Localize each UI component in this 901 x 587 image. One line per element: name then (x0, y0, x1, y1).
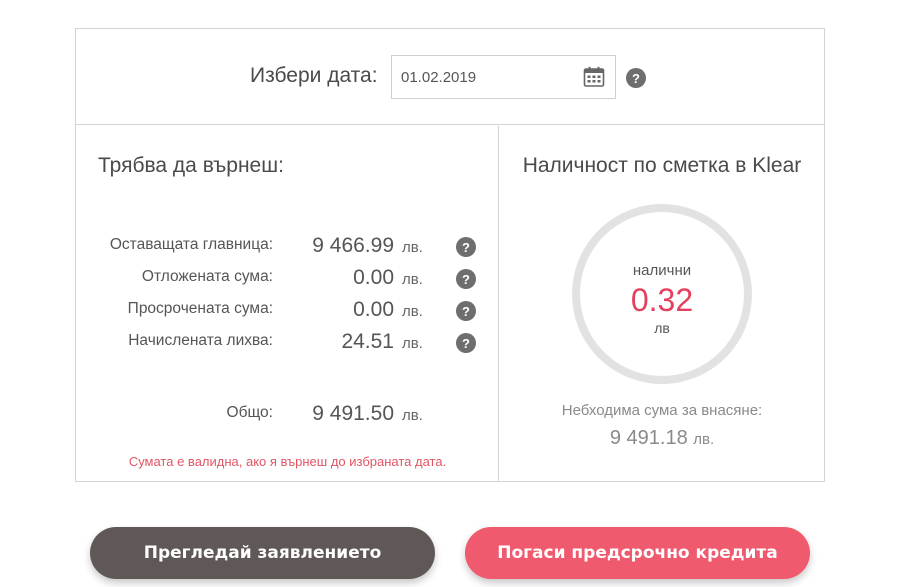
interest-help-icon[interactable]: ? (456, 333, 476, 353)
overdue-help-icon[interactable]: ? (456, 301, 476, 321)
date-value[interactable]: 01.02.2019 (401, 69, 582, 86)
available-label: налични (632, 262, 692, 279)
available-value: 0.32 (630, 282, 694, 318)
early-repay-button[interactable]: Погаси предсрочно кредита (465, 527, 810, 579)
available-unit: лв (654, 320, 670, 336)
interest-value: 24.51 (341, 330, 394, 353)
review-application-button[interactable]: Прегледай заявлението (90, 527, 435, 579)
required-value: 9 491.18 (609, 427, 688, 449)
date-label: Избери дата: (250, 64, 378, 87)
date-section: Избери дата: 01.02.2019 ? (76, 29, 824, 125)
required-label: Небходима сума за внасяне: (561, 402, 763, 419)
principal-value: 9 466.99 (312, 234, 394, 257)
principal-unit: лв. (402, 239, 423, 256)
total-row: Общо: 9 491.50 лв. (76, 402, 499, 426)
deferred-label: Отложената сума: (141, 268, 273, 285)
total-label: Общо: (226, 404, 273, 421)
overdue-row: Просрочената сума: 0.00 лв. ? (76, 298, 499, 322)
deferred-value: 0.00 (353, 266, 394, 289)
required-unit: лв. (693, 431, 715, 448)
repay-section: Трябва да върнеш: Оставащата главница: 9… (76, 126, 499, 482)
early-repayment-card: Избери дата: 01.02.2019 ? Трябва да върн… (75, 28, 825, 482)
balance-ring: налични 0.32 лв (572, 204, 752, 384)
balance-title: Наличност по сметка в Klear (522, 154, 802, 177)
validity-note: Сумата е валидна, ако я върнеш до избран… (128, 454, 447, 469)
date-input[interactable]: 01.02.2019 (391, 55, 616, 99)
interest-unit: лв. (402, 335, 423, 352)
overdue-label: Просрочената сума: (127, 300, 273, 317)
principal-label: Оставащата главница: (109, 236, 273, 253)
deferred-row: Отложената сума: 0.00 лв. ? (76, 266, 499, 290)
deferred-unit: лв. (402, 271, 423, 288)
overdue-value: 0.00 (353, 298, 394, 321)
repay-title: Трябва да върнеш: (98, 154, 284, 177)
balance-section: Наличност по сметка в Klear налични 0.32… (500, 126, 824, 482)
overdue-unit: лв. (402, 303, 423, 320)
total-unit: лв. (402, 407, 423, 424)
total-value: 9 491.50 (312, 402, 394, 425)
required-amount: 9 491.18 лв. (500, 427, 824, 450)
principal-help-icon[interactable]: ? (456, 237, 476, 257)
principal-row: Оставащата главница: 9 466.99 лв. ? (76, 234, 499, 258)
deferred-help-icon[interactable]: ? (456, 269, 476, 289)
date-help-icon[interactable]: ? (626, 68, 646, 88)
interest-row: Начислената лихва: 24.51 лв. ? (76, 330, 499, 354)
interest-label: Начислената лихва: (128, 332, 273, 349)
calendar-icon[interactable] (582, 65, 606, 89)
